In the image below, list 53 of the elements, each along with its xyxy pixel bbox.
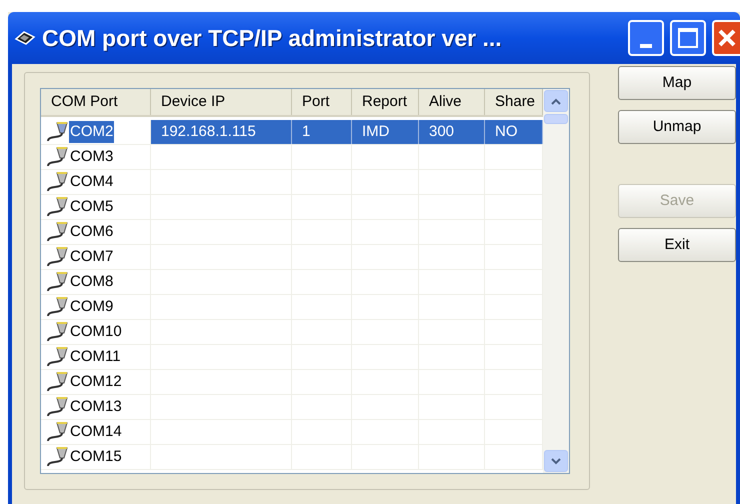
column-header[interactable]: Report <box>352 89 419 115</box>
serial-plug-icon <box>45 246 69 268</box>
chevron-down-icon <box>551 458 561 464</box>
serial-plug-icon <box>45 221 69 243</box>
table-cell[interactable]: COM4 <box>69 170 114 194</box>
table-cell[interactable]: COM3 <box>69 146 114 168</box>
table-cell[interactable]: COM10 <box>69 320 123 344</box>
scrollbar[interactable] <box>543 89 569 473</box>
scroll-up-button[interactable] <box>544 90 568 112</box>
serial-plug-icon <box>45 421 69 443</box>
chevron-up-icon <box>551 98 561 104</box>
serial-plug-icon <box>45 446 69 468</box>
serial-plug-icon <box>45 296 69 318</box>
app-icon <box>14 29 36 47</box>
table-cell[interactable]: COM11 <box>69 346 122 368</box>
serial-plug-icon <box>45 396 69 418</box>
column-header[interactable]: Alive <box>419 89 485 115</box>
table-cell[interactable]: COM15 <box>69 446 123 468</box>
action-button[interactable]: Unmap <box>618 110 736 144</box>
table-cell[interactable]: COM12 <box>69 370 123 394</box>
column-header[interactable]: COM Port <box>41 89 151 115</box>
serial-plug-icon <box>45 171 69 193</box>
table-cell: 1 <box>292 120 352 144</box>
action-button[interactable]: Map <box>618 66 736 100</box>
close-button[interactable] <box>712 20 740 56</box>
close-icon <box>717 28 737 48</box>
serial-plug-icon <box>45 321 69 343</box>
column-header[interactable]: Port <box>292 89 352 115</box>
scroll-thumb[interactable] <box>544 114 568 124</box>
serial-plug-icon <box>45 346 69 368</box>
table-cell[interactable]: COM7 <box>69 246 114 268</box>
table-cell[interactable]: COM14 <box>69 420 123 444</box>
table-cell[interactable]: COM9 <box>69 296 114 318</box>
table-cell[interactable]: COM8 <box>69 270 114 294</box>
serial-plug-icon <box>45 371 69 393</box>
table-cell: NO <box>485 120 543 144</box>
table-cell[interactable]: COM2 <box>69 120 114 144</box>
window-title: COM port over TCP/IP administrator ver ... <box>42 24 502 53</box>
maximize-button[interactable] <box>670 20 706 56</box>
serial-plug-icon <box>45 271 69 293</box>
table-cell: 192.168.1.115 <box>151 120 292 144</box>
table-cell[interactable]: COM6 <box>69 220 114 244</box>
table-cell[interactable]: COM5 <box>69 196 114 218</box>
table-cell[interactable]: COM13 <box>69 396 123 418</box>
table-cell: IMD <box>352 120 419 144</box>
action-button[interactable]: Exit <box>618 228 736 262</box>
minimize-button[interactable] <box>628 20 664 56</box>
serial-plug-icon <box>45 146 69 168</box>
column-header[interactable]: Device IP <box>151 89 292 115</box>
serial-plug-icon <box>45 121 69 143</box>
serial-plug-icon <box>45 196 69 218</box>
table-cell: 300 <box>419 120 485 144</box>
scroll-down-button[interactable] <box>544 450 568 472</box>
